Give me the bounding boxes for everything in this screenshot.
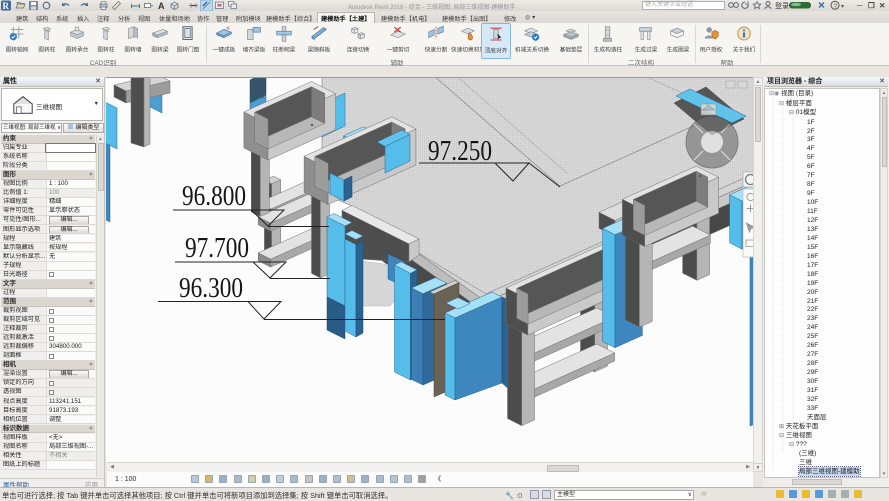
svg-text:登录: 登录 bbox=[775, 1, 789, 10]
svg-text:?: ? bbox=[833, 3, 837, 10]
svg-text:96.300: 96.300 bbox=[179, 273, 243, 304]
svg-text:97.250: 97.250 bbox=[428, 136, 492, 167]
svg-text:A: A bbox=[158, 1, 165, 11]
svg-text:97.700: 97.700 bbox=[185, 233, 249, 264]
svg-text:▾: ▾ bbox=[841, 4, 844, 10]
svg-text:R: R bbox=[3, 1, 10, 11]
svg-text:96.800: 96.800 bbox=[182, 181, 246, 212]
